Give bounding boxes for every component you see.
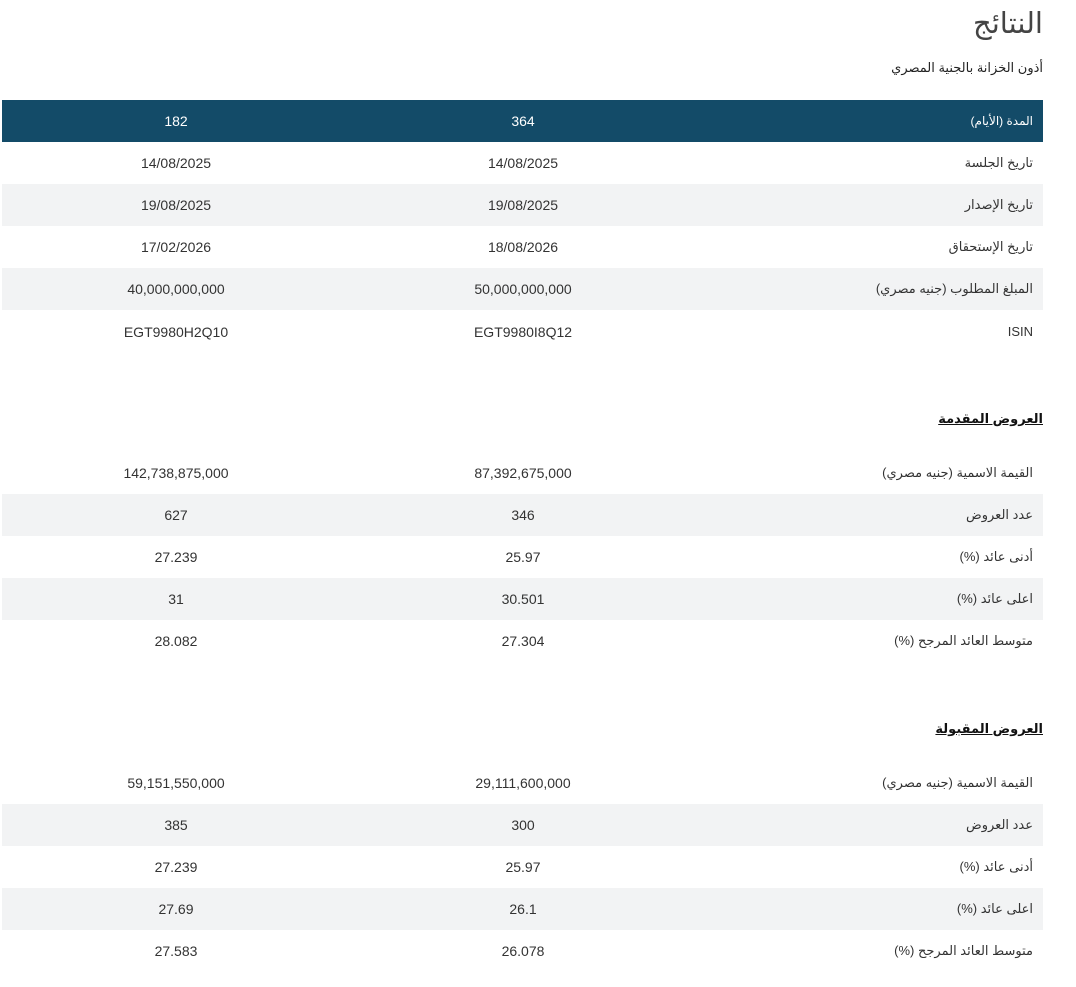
row-value-182: 40,000,000,000 — [127, 281, 225, 297]
row-value-182: 27.69 — [158, 901, 194, 917]
row-value-364: 30.501 — [501, 591, 545, 607]
row-label: أدنى عائد (%) — [959, 549, 1033, 564]
tenor-value-182: 182 — [164, 113, 188, 129]
submitted-bids-heading: العروض المقدمة — [938, 411, 1043, 426]
row-value-364: 25.97 — [505, 549, 541, 565]
row-label: اعلى عائد (%) — [956, 901, 1033, 916]
row-label: تاريخ الجلسة — [964, 155, 1033, 170]
row-value-364: 346 — [511, 507, 535, 523]
page-subtitle: أذون الخزانة بالجنية المصري — [891, 60, 1043, 75]
isin-row: ISIN EGT9980I8Q12 EGT9980H2Q10 — [2, 311, 1043, 353]
row-value-182: 27.239 — [154, 859, 198, 875]
row-value-364: 87,392,675,000 — [474, 465, 572, 481]
row-value-182: EGT9980H2Q10 — [123, 324, 229, 340]
row-label: أدنى عائد (%) — [959, 859, 1033, 874]
tenor-label: المدة (الأيام) — [970, 114, 1033, 128]
tenor-value-364: 364 — [511, 113, 535, 129]
row-value-364: 26.1 — [509, 901, 537, 917]
row-value-364: 25.97 — [505, 859, 541, 875]
accepted-bid-count-row: عدد العروض 300 385 — [2, 804, 1043, 846]
row-value-364: EGT9980I8Q12 — [473, 324, 573, 340]
row-label: متوسط العائد المرجح (%) — [894, 943, 1033, 958]
accepted-face-value-row: القيمة الاسمية (جنيه مصري) 29,111,600,00… — [2, 762, 1043, 804]
row-value-182: 17/02/2026 — [140, 239, 212, 255]
row-value-364: 300 — [511, 817, 535, 833]
row-value-364: 26.078 — [501, 943, 545, 959]
row-value-182: 28.082 — [154, 633, 198, 649]
submitted-face-value-row: القيمة الاسمية (جنيه مصري) 87,392,675,00… — [2, 452, 1043, 494]
row-value-364: 29,111,600,000 — [475, 775, 571, 791]
row-value-182: 385 — [164, 817, 188, 833]
accepted-min-yield-row: أدنى عائد (%) 25.97 27.239 — [2, 846, 1043, 888]
row-label: عدد العروض — [966, 817, 1033, 832]
row-value-182: 27.239 — [154, 549, 198, 565]
row-label: المبلغ المطلوب (جنيه مصري) — [875, 281, 1033, 296]
row-value-364: 18/08/2026 — [487, 239, 559, 255]
page-title: النتائج — [972, 8, 1043, 40]
row-value-182: 27.583 — [154, 943, 198, 959]
row-value-364: 27.304 — [501, 633, 545, 649]
row-value-364: 19/08/2025 — [487, 197, 559, 213]
row-label: القيمة الاسمية (جنيه مصري) — [882, 775, 1033, 790]
row-value-182: 142,738,875,000 — [123, 465, 229, 481]
row-label: القيمة الاسمية (جنيه مصري) — [882, 465, 1033, 480]
offered-amount-row: المبلغ المطلوب (جنيه مصري) 50,000,000,00… — [2, 268, 1043, 310]
submitted-bid-count-row: عدد العروض 346 627 — [2, 494, 1043, 536]
row-value-364: 50,000,000,000 — [474, 281, 572, 297]
row-value-182: 627 — [164, 507, 188, 523]
issue-date-row: تاريخ الإصدار 19/08/2025 19/08/2025 — [2, 184, 1043, 226]
submitted-max-yield-row: اعلى عائد (%) 30.501 31 — [2, 578, 1043, 620]
row-label: تاريخ الإصدار — [964, 197, 1033, 212]
row-value-182: 14/08/2025 — [140, 155, 212, 171]
row-value-182: 59,151,550,000 — [127, 775, 225, 791]
submitted-weighted-avg-yield-row: متوسط العائد المرجح (%) 27.304 28.082 — [2, 620, 1043, 662]
row-value-364: 14/08/2025 — [487, 155, 559, 171]
accepted-max-yield-row: اعلى عائد (%) 26.1 27.69 — [2, 888, 1043, 930]
row-label: متوسط العائد المرجح (%) — [894, 633, 1033, 648]
accepted-weighted-avg-yield-row: متوسط العائد المرجح (%) 26.078 27.583 — [2, 930, 1043, 972]
maturity-date-row: تاريخ الإستحقاق 18/08/2026 17/02/2026 — [2, 226, 1043, 268]
accepted-bids-heading: العروض المقبولة — [935, 721, 1043, 736]
row-value-182: 31 — [168, 591, 184, 607]
row-label: اعلى عائد (%) — [956, 591, 1033, 606]
session-date-row: تاريخ الجلسة 14/08/2025 14/08/2025 — [2, 142, 1043, 184]
row-label: تاريخ الإستحقاق — [948, 239, 1033, 254]
row-label: عدد العروض — [966, 507, 1033, 522]
row-value-182: 19/08/2025 — [140, 197, 212, 213]
row-label: ISIN — [1007, 324, 1033, 339]
submitted-min-yield-row: أدنى عائد (%) 25.97 27.239 — [2, 536, 1043, 578]
tenor-header-row: المدة (الأيام) 364 182 — [2, 100, 1043, 142]
